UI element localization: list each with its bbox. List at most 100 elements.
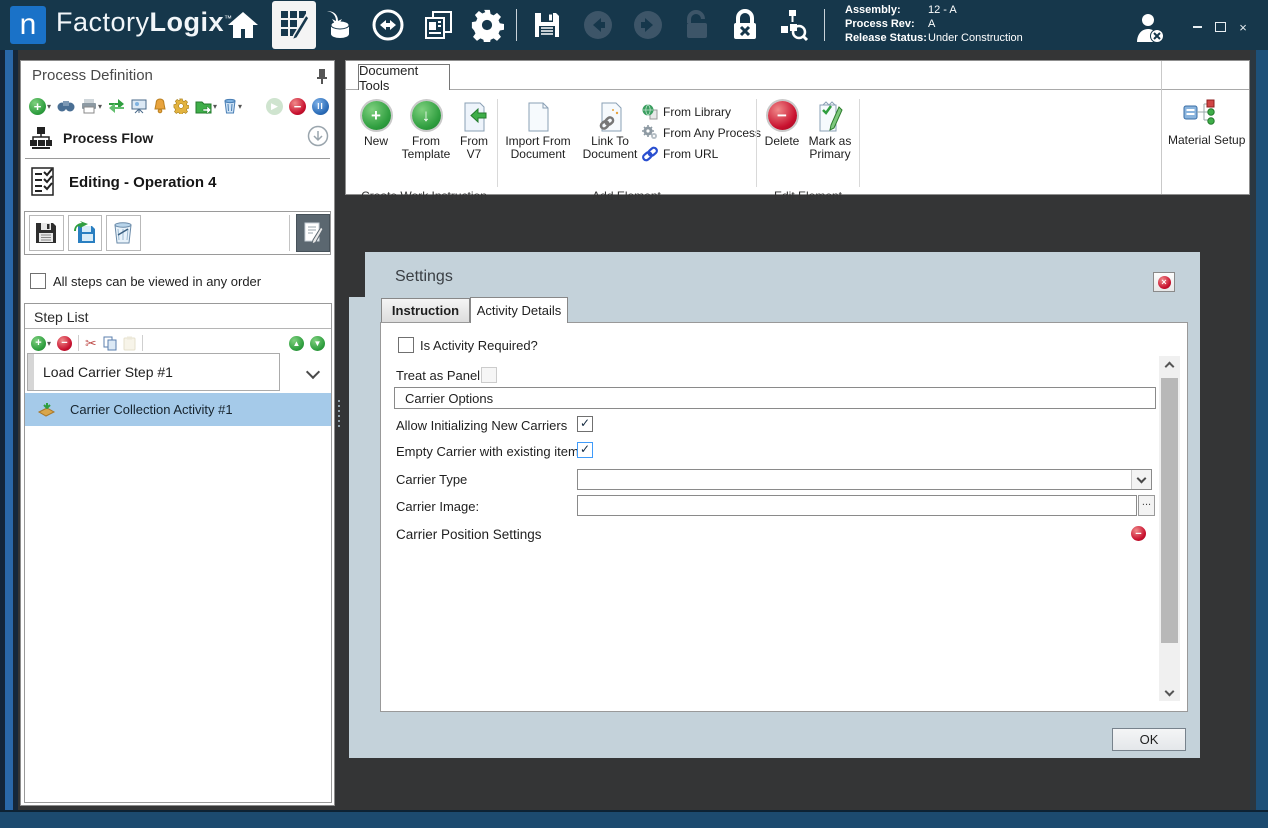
home-icon[interactable]: [223, 8, 263, 42]
alert-bell-icon[interactable]: [153, 98, 167, 114]
process-search-icon[interactable]: [773, 8, 813, 42]
ribbon: Document Tools + New ↓ From Template Fro…: [345, 60, 1250, 195]
process-designer-selected-tab[interactable]: [272, 1, 316, 49]
back-icon[interactable]: [578, 8, 618, 42]
delete-label: Delete: [765, 135, 800, 148]
add-caret-icon[interactable]: ▾: [47, 102, 51, 111]
move-down-icon[interactable]: ▼: [310, 336, 325, 351]
maximize-icon: [1215, 22, 1226, 32]
documents-icon[interactable]: [418, 8, 458, 42]
step-expand-chevron-icon[interactable]: [306, 365, 320, 379]
presentation-icon[interactable]: [131, 98, 147, 114]
start-icon[interactable]: ▶: [266, 98, 283, 115]
edit-notes-button[interactable]: [296, 214, 331, 252]
tab-document-tools[interactable]: Document Tools: [358, 64, 450, 90]
tab-activity-details[interactable]: Activity Details: [470, 297, 568, 323]
copy-icon[interactable]: [103, 336, 117, 351]
maximize-button[interactable]: [1211, 20, 1229, 34]
treat-as-panel-label: Treat as Panel: [396, 368, 480, 383]
save-document-button[interactable]: [29, 215, 64, 251]
print-icon[interactable]: ▾: [81, 98, 102, 114]
import-document-button[interactable]: [68, 215, 103, 251]
step-list-toolbar: +▾ − ✂ ▲ ▼: [31, 333, 325, 353]
new-label: New: [364, 135, 388, 148]
step-add-icon[interactable]: +▾: [31, 336, 51, 351]
carrier-options-header: Carrier Options: [394, 387, 1156, 409]
material-tree-icon: [1168, 93, 1246, 133]
pin-icon[interactable]: [315, 68, 329, 89]
close-button[interactable]: ×: [1234, 20, 1252, 34]
move-up-icon[interactable]: ▲: [289, 336, 304, 351]
paste-icon[interactable]: [123, 336, 136, 351]
cut-icon[interactable]: ✂: [85, 335, 97, 352]
find-icon[interactable]: [57, 99, 75, 113]
from-v7-label: From V7: [454, 135, 494, 161]
pause-icon[interactable]: II: [312, 98, 329, 115]
step-item[interactable]: Load Carrier Step #1: [27, 353, 280, 391]
minimize-button[interactable]: [1188, 20, 1206, 34]
ribbon-tab-divider: [346, 89, 1249, 90]
circle-down-arrow-icon[interactable]: [307, 125, 329, 152]
tab-instruction[interactable]: Instruction: [381, 298, 470, 322]
recycle-bin-icon[interactable]: ▾: [223, 98, 242, 114]
user-logout-icon[interactable]: [1130, 11, 1170, 45]
reorder-icon[interactable]: [108, 98, 125, 114]
material-setup-label: Material Setup: [1168, 133, 1246, 147]
scrollbar-thumb[interactable]: [1161, 378, 1178, 643]
material-setup-button[interactable]: Material Setup: [1168, 93, 1246, 147]
export-icon[interactable]: ▾: [195, 99, 217, 114]
from-url-button[interactable]: From URL: [642, 143, 761, 164]
link-to-document-button[interactable]: Link To Document: [578, 101, 642, 161]
save-icon[interactable]: [527, 8, 567, 42]
scroll-up-button[interactable]: [1159, 356, 1180, 373]
carrier-position-remove-icon[interactable]: −: [1131, 526, 1146, 541]
step-add-caret-icon[interactable]: ▾: [47, 339, 51, 348]
forward-icon[interactable]: [628, 8, 668, 42]
editing-operation-label: Editing - Operation 4: [69, 174, 217, 191]
import-from-document-button[interactable]: Import From Document: [499, 101, 577, 161]
from-any-process-button[interactable]: From Any Process: [642, 122, 761, 143]
allow-initializing-checkbox[interactable]: [577, 416, 593, 432]
delete-document-button[interactable]: [106, 215, 141, 251]
settings-close-button[interactable]: ×: [1153, 272, 1175, 292]
all-steps-checkbox[interactable]: [30, 273, 46, 289]
gears-icon: [642, 125, 658, 141]
is-activity-required-checkbox[interactable]: [398, 337, 414, 353]
from-library-button[interactable]: From Library: [642, 101, 761, 122]
scroll-down-button[interactable]: [1159, 684, 1180, 701]
recycle-caret-icon[interactable]: ▾: [238, 102, 242, 111]
process-flow-row[interactable]: Process Flow: [29, 123, 329, 153]
from-v7-button[interactable]: From V7: [454, 101, 494, 161]
data-import-icon[interactable]: [318, 8, 358, 42]
group-separator-2: [756, 99, 757, 187]
carrier-image-field[interactable]: [577, 495, 1137, 516]
from-template-button[interactable]: ↓ From Template: [398, 101, 454, 161]
settings-gear-icon[interactable]: [467, 8, 507, 42]
add-icon[interactable]: +▾: [29, 98, 51, 115]
unlock-icon[interactable]: [677, 8, 717, 42]
link-chain-icon: [642, 146, 658, 162]
empty-carrier-checkbox[interactable]: [577, 442, 593, 458]
carrier-type-dropdown-button[interactable]: [1131, 470, 1151, 489]
activity-name: Carrier Collection Activity #1: [70, 402, 233, 417]
carrier-image-browse-button[interactable]: ...: [1138, 495, 1155, 516]
carrier-type-input[interactable]: [578, 470, 1131, 489]
export-caret-icon[interactable]: ▾: [213, 102, 217, 111]
delete-button[interactable]: − Delete: [760, 101, 804, 148]
print-caret-icon[interactable]: ▾: [98, 102, 102, 111]
carrier-image-input[interactable]: [578, 496, 1136, 515]
treat-as-panel-checkbox[interactable]: [481, 367, 497, 383]
activity-row-selected[interactable]: Carrier Collection Activity #1: [25, 393, 331, 426]
panel-splitter-grip[interactable]: [337, 400, 341, 430]
stop-icon[interactable]: −: [289, 98, 306, 115]
gear-gold-icon[interactable]: [173, 98, 189, 114]
ok-button[interactable]: OK: [1112, 728, 1186, 751]
mark-as-primary-button[interactable]: Mark as Primary: [802, 101, 858, 161]
carrier-type-combobox[interactable]: [577, 469, 1152, 490]
new-button[interactable]: + New: [356, 101, 396, 148]
red-minus-sphere-icon: −: [768, 101, 797, 135]
dialog-scrollbar[interactable]: [1159, 356, 1180, 701]
step-remove-icon[interactable]: −: [57, 336, 72, 351]
transfer-icon[interactable]: [368, 8, 408, 42]
lock-remove-icon[interactable]: [725, 8, 765, 42]
